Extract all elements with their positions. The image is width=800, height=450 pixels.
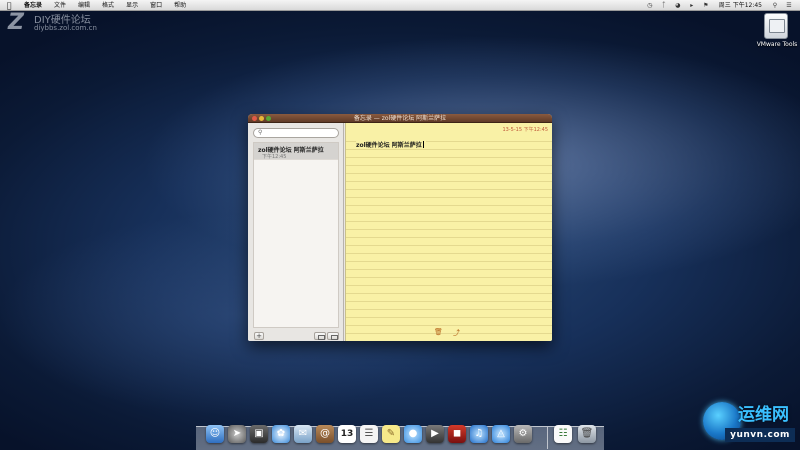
menu-app-notes[interactable]: 备忘录 <box>18 0 48 11</box>
messages-icon[interactable]: ● <box>404 425 422 443</box>
calendar-icon[interactable]: 13 <box>338 425 356 443</box>
menu-view[interactable]: 显示 <box>120 0 144 11</box>
menu-edit[interactable]: 编辑 <box>72 0 96 11</box>
watermark-yunvn-name: 运维网 <box>738 405 789 425</box>
watermark-url: diybbs.zol.com.cn <box>34 24 97 32</box>
menu-file[interactable]: 文件 <box>48 0 72 11</box>
notes-window: 备忘录 — zol硬件论坛 阿斯兰萨拉 ⚲ zol硬件论坛 阿斯兰萨拉 下午12… <box>248 114 552 341</box>
desktop-icon-vmware-tools[interactable]: VMware Tools <box>754 11 800 53</box>
add-note-button[interactable]: + <box>254 332 264 340</box>
notification-list-icon[interactable]: ☰ <box>782 0 796 11</box>
time-machine-icon[interactable]: ◷ <box>643 0 657 11</box>
notes-sidebar: ⚲ zol硬件论坛 阿斯兰萨拉 下午12:45 + <box>248 123 344 341</box>
note-list: zol硬件论坛 阿斯兰萨拉 下午12:45 <box>253 142 339 328</box>
dock: ☺ ➤ ▣ ✿ ✉ @ 13 ☰ ✎ ● ▶ ◼ ♫ △ ⚙ ☷ 🗑 <box>196 425 604 450</box>
notes-icon[interactable]: ✎ <box>382 425 400 443</box>
spotlight-icon[interactable]: ⚲ <box>768 0 782 11</box>
apple-icon[interactable]:  <box>0 0 18 11</box>
note-body-content: zol硬件论坛 阿斯兰萨拉 <box>356 142 422 149</box>
wifi-icon[interactable]: ◕ <box>671 0 685 11</box>
menubar:  备忘录 文件 编辑 格式 显示 窗口 帮助 ◷ ᛏ ◕ ▸ ⚑ 周三 下午1… <box>0 0 800 11</box>
calendar-day: 13 <box>340 429 354 439</box>
watermark-yunvn: 运维网 yunvn.com <box>680 398 800 450</box>
note-date: 13-5-15 下午12:45 <box>502 127 548 133</box>
itunes-icon[interactable]: ♫ <box>470 425 488 443</box>
volume-icon[interactable]: ▸ <box>685 0 699 11</box>
drive-icon <box>764 13 788 39</box>
share-icon[interactable]: ⤴ <box>453 328 460 338</box>
document-icon[interactable]: ☷ <box>554 425 572 443</box>
menu-window[interactable]: 窗口 <box>144 0 168 11</box>
contacts-icon[interactable]: @ <box>316 425 334 443</box>
trash-icon[interactable]: 🗑 <box>578 425 596 443</box>
search-icon: ⚲ <box>258 129 263 136</box>
safari-icon[interactable]: ✿ <box>272 425 290 443</box>
window-titlebar[interactable]: 备忘录 — zol硬件论坛 阿斯兰萨拉 <box>248 114 552 123</box>
mail-icon[interactable]: ✉ <box>294 425 312 443</box>
window-title: 备忘录 — zol硬件论坛 阿斯兰萨拉 <box>353 115 447 122</box>
bluetooth-icon[interactable]: ᛏ <box>657 0 671 11</box>
reminders-icon[interactable]: ☰ <box>360 425 378 443</box>
search-input[interactable]: ⚲ <box>253 128 339 138</box>
toggle-list-button[interactable] <box>327 332 339 340</box>
show-accounts-button[interactable] <box>314 332 326 340</box>
photo-booth-icon[interactable]: ◼ <box>448 425 466 443</box>
note-list-item[interactable]: zol硬件论坛 阿斯兰萨拉 下午12:45 <box>254 143 338 160</box>
facetime-icon[interactable]: ▶ <box>426 425 444 443</box>
system-preferences-icon[interactable]: ⚙ <box>514 425 532 443</box>
dock-separator <box>547 427 548 449</box>
watermark-yunvn-url: yunvn.com <box>725 428 795 442</box>
mission-control-icon[interactable]: ▣ <box>250 425 268 443</box>
menu-format[interactable]: 格式 <box>96 0 120 11</box>
zol-logo-icon: Z <box>8 10 24 35</box>
text-cursor <box>422 141 424 148</box>
desktop-icon-label: VMware Tools <box>756 41 798 48</box>
launchpad-icon[interactable]: ➤ <box>228 425 246 443</box>
note-editor[interactable]: 13-5-15 下午12:45 zol硬件论坛 阿斯兰萨拉 🗑 ⤴ <box>345 123 552 341</box>
finder-icon[interactable]: ☺ <box>206 425 224 443</box>
menubar-clock[interactable]: 周三 下午12:45 <box>713 0 768 11</box>
note-body-text[interactable]: zol硬件论坛 阿斯兰萨拉 <box>356 140 426 149</box>
note-item-time: 下午12:45 <box>262 154 287 160</box>
app-store-icon[interactable]: △ <box>492 425 510 443</box>
sidebar-footer: + <box>248 332 344 341</box>
input-flag-icon[interactable]: ⚑ <box>699 0 713 11</box>
delete-note-icon[interactable]: 🗑 <box>434 328 443 336</box>
menu-help[interactable]: 帮助 <box>168 0 192 11</box>
